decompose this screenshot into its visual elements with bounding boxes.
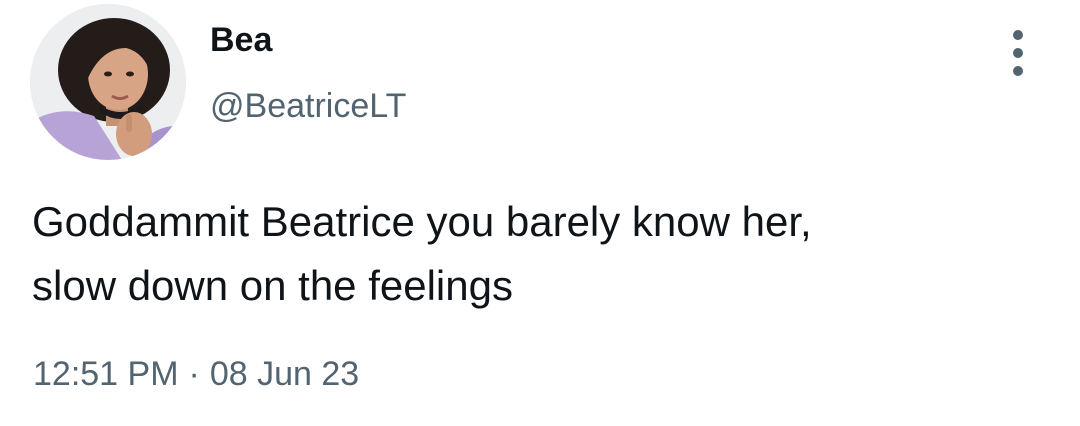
profile-photo-icon: [30, 4, 186, 160]
avatar[interactable]: [30, 4, 186, 160]
more-vertical-icon: [1013, 66, 1023, 76]
tweet-date: 08 Jun 23: [209, 355, 360, 393]
tweet-card: Bea @BeatriceLT Goddammit Beatrice you b…: [0, 0, 1080, 426]
more-options-button[interactable]: [1000, 30, 1036, 76]
display-name[interactable]: Bea: [210, 20, 272, 60]
tweet-text-line: slow down on the feelings: [32, 262, 513, 309]
more-vertical-icon: [1013, 30, 1023, 40]
user-handle[interactable]: @BeatriceLT: [210, 86, 406, 126]
tweet-text: Goddammit Beatrice you barely know her, …: [32, 190, 1052, 318]
tweet-text-line: Goddammit Beatrice you barely know her,: [32, 198, 812, 245]
more-vertical-icon: [1013, 48, 1023, 58]
timestamp[interactable]: 12:51 PM · 08 Jun 23: [33, 350, 359, 398]
timestamp-separator: ·: [188, 355, 200, 393]
tweet-time: 12:51 PM: [33, 355, 179, 393]
